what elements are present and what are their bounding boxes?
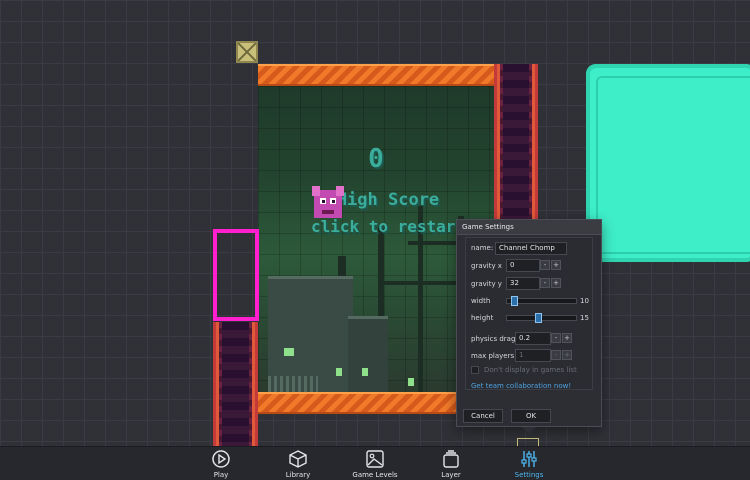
window-light xyxy=(336,368,342,376)
toolbar-library-label: Library xyxy=(285,471,311,479)
max-players-label: max players xyxy=(471,352,515,360)
name-input[interactable]: Channel Chomp xyxy=(495,242,567,255)
play-icon xyxy=(212,450,230,468)
height-slider[interactable] xyxy=(506,313,577,323)
toolbar-layer-label: Layer xyxy=(441,471,461,479)
toolbar-settings-label: Settings xyxy=(514,471,544,479)
width-slider-thumb[interactable] xyxy=(511,296,518,306)
hide-from-list-checkbox xyxy=(471,366,479,374)
dialog-pointer xyxy=(522,427,536,434)
spawn-marker-icon[interactable] xyxy=(236,41,258,63)
height-label: height xyxy=(471,314,494,322)
bottom-toolbar: Play Library Game Levels Layer Settings xyxy=(0,446,750,480)
toolbar-library-button[interactable]: Library xyxy=(268,449,328,480)
gravity-y-decrement-button[interactable]: - xyxy=(540,278,550,288)
toolbar-layer-button[interactable]: Layer xyxy=(421,449,481,480)
width-slider[interactable] xyxy=(506,296,577,306)
height-slider-thumb[interactable] xyxy=(535,313,542,323)
selection-outline[interactable] xyxy=(213,229,259,321)
toolbar-game-levels-button[interactable]: Game Levels xyxy=(345,449,405,480)
physics-drag-input[interactable]: 0.2 xyxy=(515,332,551,345)
physics-drag-increment-button[interactable]: + xyxy=(562,333,572,343)
physics-drag-label: physics drag xyxy=(471,335,516,343)
dialog-title: Game Settings xyxy=(457,220,601,235)
window-light xyxy=(284,348,294,356)
building xyxy=(348,316,388,396)
cancel-button[interactable]: Cancel xyxy=(463,409,503,423)
physics-drag-decrement-button[interactable]: - xyxy=(551,333,561,343)
dialog-body: name: Channel Chomp gravity x 0 - + grav… xyxy=(465,237,593,390)
lava-wall-left[interactable] xyxy=(213,322,258,446)
max-players-increment-button: + xyxy=(562,350,572,360)
player-character[interactable] xyxy=(308,182,348,222)
gravity-y-input[interactable]: 32 xyxy=(506,277,540,290)
score-display: 0 xyxy=(368,144,384,174)
hide-from-list-label: Don't display in games list xyxy=(484,366,577,374)
lava-wall-right[interactable] xyxy=(494,64,538,240)
layers-icon xyxy=(443,450,459,468)
toolbar-game-levels-label: Game Levels xyxy=(352,471,398,479)
window-light xyxy=(408,378,414,386)
gravity-y-increment-button[interactable]: + xyxy=(551,278,561,288)
window-light xyxy=(362,368,368,376)
toolbar-play-label: Play xyxy=(213,471,229,479)
gravity-x-label: gravity x xyxy=(471,262,502,270)
gravity-y-label: gravity y xyxy=(471,280,502,288)
width-label: width xyxy=(471,297,491,305)
box-icon xyxy=(289,450,307,468)
gravity-x-decrement-button[interactable]: - xyxy=(540,260,550,270)
image-icon xyxy=(366,450,384,468)
ok-button[interactable]: OK xyxy=(511,409,551,423)
max-players-decrement-button: - xyxy=(551,350,561,360)
team-collaboration-link[interactable]: Get team collaboration now! xyxy=(471,382,571,390)
lava-platform-top[interactable] xyxy=(258,64,494,86)
name-label: name: xyxy=(471,244,494,252)
game-settings-dialog: Game Settings name: Channel Chomp gravit… xyxy=(456,219,602,427)
toolbar-settings-button[interactable]: Settings xyxy=(499,449,559,480)
cyan-level-block-inner xyxy=(596,76,750,254)
gravity-x-increment-button[interactable]: + xyxy=(551,260,561,270)
gravity-x-input[interactable]: 0 xyxy=(506,259,540,272)
width-value: 10 xyxy=(580,297,589,305)
max-players-input: 1 xyxy=(515,349,551,362)
height-value: 15 xyxy=(580,314,589,322)
toolbar-play-button[interactable]: Play xyxy=(191,449,251,480)
sliders-icon xyxy=(521,451,537,467)
